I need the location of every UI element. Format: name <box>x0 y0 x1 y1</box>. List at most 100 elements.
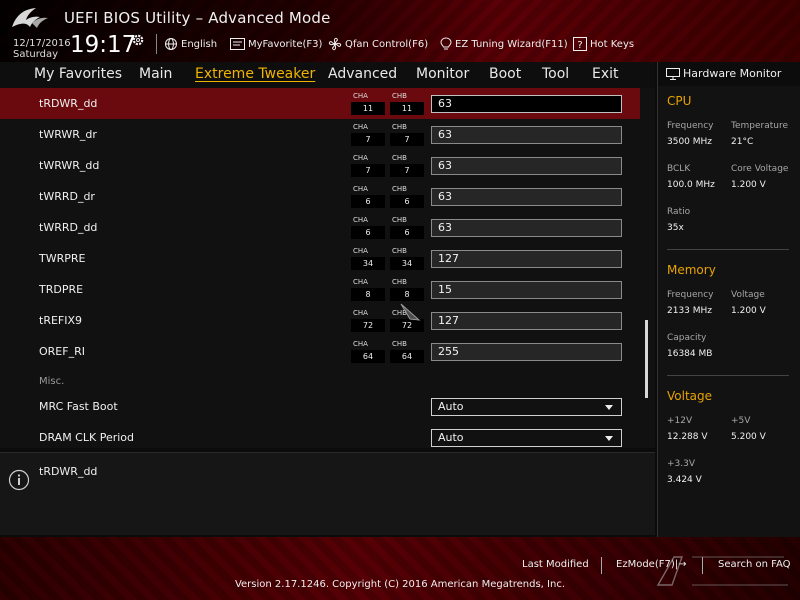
channel-a-value: 64 <box>351 350 385 363</box>
setting-label: OREF_RI <box>39 345 85 358</box>
hot-keys-label: Hot Keys <box>590 38 635 50</box>
channel-b-value: 7 <box>390 133 424 146</box>
channel-a-readout: CHA 7 <box>351 123 385 146</box>
tab-tool[interactable]: Tool <box>542 66 569 82</box>
value-input[interactable]: 63 <box>431 188 622 206</box>
channel-b-readout: CHB 11 <box>390 92 424 115</box>
channel-a-value: 6 <box>351 226 385 239</box>
settings-list: tRDWR_dd CHA 11 CHB 11 63 tWRWR_dr CHA 7… <box>0 88 655 448</box>
setting-row-twrpre[interactable]: TWRPRE CHA 34 CHB 34 127 <box>0 243 640 274</box>
value-input[interactable]: 63 <box>431 126 622 144</box>
setting-row-twrwr-dr[interactable]: tWRWR_dr CHA 7 CHB 7 63 <box>0 119 640 150</box>
fan-icon <box>328 37 342 51</box>
date-text: 12/17/2016 <box>13 38 71 49</box>
channel-b-value: 6 <box>390 195 424 208</box>
monitor-icon <box>666 68 680 80</box>
hardware-monitor-header: Hardware Monitor <box>658 62 800 86</box>
memory-frequency-label: Frequency <box>667 290 714 300</box>
language-button[interactable]: English <box>164 35 217 53</box>
setting-row-trdwr-dd[interactable]: tRDWR_dd CHA 11 CHB 11 63 <box>0 88 640 119</box>
setting-row-mrc-fast-boot[interactable]: MRC Fast Boot Auto <box>0 391 640 422</box>
ez-tuning-wizard-button[interactable]: EZ Tuning Wizard(F11) <box>440 35 568 53</box>
memory-voltage-label: Voltage <box>731 290 765 300</box>
setting-label: tWRRD_dd <box>39 221 98 234</box>
v12-value: 12.288 V <box>667 432 708 442</box>
channel-b-readout: CHB 7 <box>390 123 424 146</box>
cpu-temperature-value: 21°C <box>731 137 754 147</box>
cpu-frequency-label: Frequency <box>667 121 714 131</box>
value-input[interactable]: 63 <box>431 219 622 237</box>
scrollbar-thumb[interactable] <box>645 320 648 398</box>
voltage-heading: Voltage <box>667 389 713 403</box>
tab-advanced[interactable]: Advanced <box>328 66 397 82</box>
setting-label: TRDPRE <box>39 283 84 296</box>
dram-clk-period-select[interactable]: Auto <box>431 429 622 447</box>
value-input[interactable]: 15 <box>431 281 622 299</box>
setting-label: DRAM CLK Period <box>39 431 134 444</box>
value-input[interactable]: 127 <box>431 312 622 330</box>
v33-value: 3.424 V <box>667 475 702 485</box>
channel-a-readout: CHA 6 <box>351 216 385 239</box>
tab-boot[interactable]: Boot <box>489 66 521 82</box>
tab-main[interactable]: Main <box>139 66 172 82</box>
help-icon: ? <box>573 37 587 51</box>
setting-row-trefix9[interactable]: tREFIX9 CHA 72 CHB 72 127 <box>0 305 640 336</box>
help-title: tRDWR_dd <box>39 465 98 478</box>
channel-a-value: 6 <box>351 195 385 208</box>
v33-label: +3.3V <box>667 459 696 469</box>
channel-b-value: 7 <box>390 164 424 177</box>
main-nav: My Favorites Main Extreme Tweaker Advanc… <box>0 62 655 88</box>
channel-b-readout: CHB 7 <box>390 154 424 177</box>
bios-screen: UEFI BIOS Utility – Advanced Mode 12/17/… <box>0 0 800 600</box>
qfan-control-label: Qfan Control(F6) <box>345 38 429 50</box>
channel-b-value: 6 <box>390 226 424 239</box>
v5-label: +5V <box>731 416 751 426</box>
tab-monitor[interactable]: Monitor <box>416 66 469 82</box>
value-input[interactable]: 127 <box>431 250 622 268</box>
header-divider <box>156 34 157 54</box>
setting-label: tWRRD_dr <box>39 190 95 203</box>
setting-label: tWRWR_dd <box>39 159 100 172</box>
header-bar: UEFI BIOS Utility – Advanced Mode 12/17/… <box>0 0 800 62</box>
clock-time[interactable]: 19:17 <box>70 32 136 58</box>
gear-icon[interactable] <box>131 33 145 47</box>
setting-label: tREFIX9 <box>39 314 83 327</box>
channel-b-readout: CHB 6 <box>390 216 424 239</box>
bclk-value: 100.0 MHz <box>667 180 715 190</box>
setting-row-oref-ri[interactable]: OREF_RI CHA 64 CHB 64 255 <box>0 336 640 367</box>
value-input[interactable]: 63 <box>431 157 622 175</box>
myfavorite-button[interactable]: MyFavorite(F3) <box>230 35 322 53</box>
tab-exit[interactable]: Exit <box>592 66 619 82</box>
tab-extreme-tweaker[interactable]: Extreme Tweaker <box>195 66 315 82</box>
channel-a-value: 34 <box>351 257 385 270</box>
channel-a-readout: CHA 11 <box>351 92 385 115</box>
section-divider <box>667 375 789 376</box>
channel-a-value: 7 <box>351 164 385 177</box>
hot-keys-button[interactable]: ? Hot Keys <box>573 35 634 53</box>
channel-b-readout: CHB 64 <box>390 340 424 363</box>
mrc-fast-boot-select[interactable]: Auto <box>431 398 622 416</box>
tab-my-favorites[interactable]: My Favorites <box>34 66 122 82</box>
channel-b-value: 11 <box>390 102 424 115</box>
ez-tuning-wizard-label: EZ Tuning Wizard(F11) <box>455 38 568 50</box>
setting-row-trdpre[interactable]: TRDPRE CHA 8 CHB 8 15 <box>0 274 640 305</box>
memory-heading: Memory <box>667 263 716 277</box>
setting-label: tRDWR_dd <box>39 97 98 110</box>
footer-divider <box>601 557 602 574</box>
svg-text:?: ? <box>577 40 582 51</box>
bulb-icon <box>440 37 452 50</box>
day-text: Saturday <box>13 49 59 60</box>
memory-voltage-value: 1.200 V <box>731 306 766 316</box>
qfan-control-button[interactable]: Qfan Control(F6) <box>328 35 428 53</box>
value-input[interactable]: 255 <box>431 343 622 361</box>
last-modified-button[interactable]: Last Modified <box>522 559 589 570</box>
setting-row-dram-clk-period[interactable]: DRAM CLK Period Auto <box>0 422 640 448</box>
channel-a-readout: CHA 72 <box>351 309 385 332</box>
setting-row-twrrd-dr[interactable]: tWRRD_dr CHA 6 CHB 6 63 <box>0 181 640 212</box>
setting-row-twrrd-dd[interactable]: tWRRD_dd CHA 6 CHB 6 63 <box>0 212 640 243</box>
memory-frequency-value: 2133 MHz <box>667 306 713 316</box>
setting-row-twrwr-dd[interactable]: tWRWR_dd CHA 7 CHB 7 63 <box>0 150 640 181</box>
core-voltage-label: Core Voltage <box>731 164 789 174</box>
value-input[interactable]: 63 <box>431 95 622 113</box>
channel-a-readout: CHA 34 <box>351 247 385 270</box>
